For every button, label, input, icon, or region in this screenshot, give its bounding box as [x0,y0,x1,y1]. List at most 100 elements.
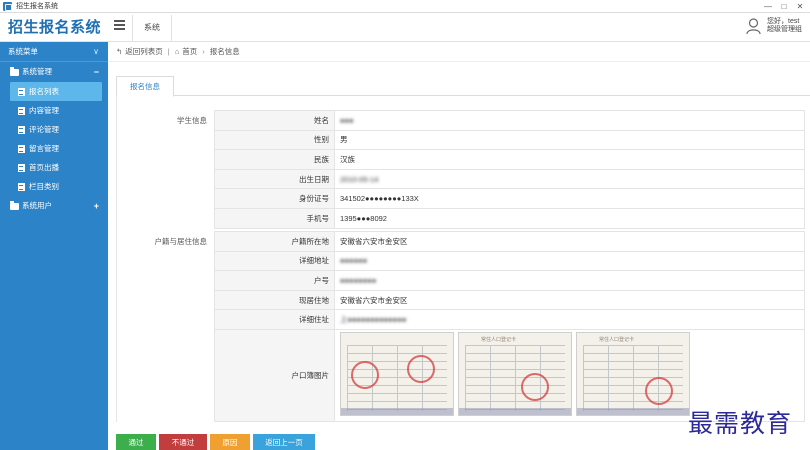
name-value: ●●● [334,110,805,131]
sidebar-item-categories[interactable]: 栏目类别 [10,177,102,196]
sidebar-item-homepage-carousel[interactable]: 首页出播 [10,158,102,177]
table-row: 姓名 ●●● [214,110,805,131]
breadcrumb: ↰ 返回列表页 | ⌂ 首页 › 报名信息 [108,42,810,62]
field-label: 手机号 [214,207,335,229]
student-section-label: 学生信息 [177,116,207,125]
sidebar-header-label: 系统菜单 [8,47,38,56]
table-row: 民族 汉族 [214,149,805,170]
collapse-icon: − [93,67,99,77]
tab-registration-info[interactable]: 报名信息 [116,76,174,97]
sidebar-item-comments[interactable]: 评论管理 [10,120,102,139]
user-greeting: 您好，test [767,18,800,25]
window-title: 招生报名系统 [16,3,58,10]
app-icon [3,1,12,11]
sidebar-item-label: 评论管理 [29,125,59,134]
detail-address-value: ●●●●●● [334,250,805,272]
table-row: 性别 男 [214,129,805,151]
chevron-down-icon: ∨ [93,47,99,56]
breadcrumb-current: 报名信息 [209,47,240,56]
user-info[interactable]: 您好，test 超级管理组 [767,18,802,34]
breadcrumb-back-link[interactable]: 返回列表页 [125,46,163,57]
approve-button[interactable]: 通过 [116,434,156,450]
field-label: 性别 [214,129,335,151]
table-row: 户号 ●●●●●●●● [214,270,805,291]
document-icon [18,87,25,96]
hukou-photo[interactable]: 常住人口登记卡 [458,331,572,416]
document-icon [18,125,25,134]
sidebar-item-label: 报名列表 [29,87,59,96]
document-icon [18,182,25,191]
table-row: 出生日期 2010-05-14 [214,168,805,190]
window-controls: — □ ✕ [760,0,808,13]
sidebar-group-label: 系统管理 [22,67,52,76]
field-label: 详细地址 [214,250,335,272]
divider: | [167,47,170,56]
ethnicity-value: 汉族 [334,149,805,170]
table-row: 户籍所在地 安徽省六安市金安区 [214,231,805,252]
reject-button[interactable]: 不通过 [159,434,207,450]
field-label: 现居住地 [214,289,335,311]
go-back-button[interactable]: 返回上一页 [253,434,315,450]
user-role: 超级管理组 [767,26,802,33]
current-residence-value: 安徽省六安市金安区 [334,289,805,311]
sidebar-item-label: 首页出播 [29,163,59,172]
field-label: 姓名 [214,110,335,131]
field-label: 户口簿图片 [214,328,335,422]
action-buttons: 通过 不通过 原因 返回上一页 [116,434,315,450]
field-label: 身份证号 [214,188,335,209]
sidebar-item-messages[interactable]: 留言管理 [10,139,102,158]
sidebar-header[interactable]: 系统菜单 ∨ [0,42,108,62]
field-label: 出生日期 [214,168,335,190]
field-label: 详细住址 [214,309,335,330]
household-number-value: ●●●●●●●● [334,270,805,291]
folder-icon [10,66,19,76]
maximize-icon[interactable]: □ [776,0,792,13]
student-info-table: 姓名 ●●● 性别 男 民族 汉族 出生日期 2010-05-14 身份证号 3… [214,110,805,229]
hukou-photo[interactable]: 常住人口登记卡 [576,331,690,416]
app-header: 招生报名系统 系统 您好，test 超级管理组 [0,13,810,42]
residence-section-label: 户籍与居住信息 [154,237,208,246]
breadcrumb-home-link[interactable]: 首页 [182,46,197,57]
home-icon: ⌂ [174,47,180,56]
sidebar-item-registration-list[interactable]: 报名列表 [10,82,102,101]
field-label: 户号 [214,270,335,291]
sidebar-item-label: 栏目类别 [29,182,59,191]
table-row: 详细地址 ●●●●●● [214,250,805,272]
hukou-photo[interactable] [340,331,454,416]
table-row: 身份证号 341502●●●●●●●●133X [214,188,805,209]
app-logo: 招生报名系统 [8,18,102,36]
expand-icon: + [93,201,99,211]
hamburger-menu-icon[interactable] [114,20,125,30]
residence-info-table: 户籍所在地 安徽省六安市金安区 详细地址 ●●●●●● 户号 ●●●●●●●● … [214,231,805,422]
user-avatar-icon[interactable] [746,18,761,35]
photo-header: 常住人口登记卡 [481,336,517,343]
table-row: 现居住地 安徽省六安市金安区 [214,289,805,311]
sidebar-item-label: 留言管理 [29,144,59,153]
tab-system[interactable]: 系统 [132,15,172,42]
back-arrow-icon: ↰ [116,47,123,56]
document-icon [18,106,25,115]
window-titlebar: 招生报名系统 — □ ✕ [0,0,810,13]
id-number-value: 341502●●●●●●●●133X [334,188,805,209]
minimize-icon[interactable]: — [760,0,776,13]
close-icon[interactable]: ✕ [792,0,808,13]
sidebar-item-content[interactable]: 内容管理 [10,101,102,120]
tab-bar: 报名信息 [116,76,810,97]
field-label: 户籍所在地 [214,231,335,252]
gender-value: 男 [334,129,805,151]
table-row: 手机号 1395●●●8092 [214,207,805,229]
document-icon [18,144,25,153]
field-label: 民族 [214,149,335,170]
watermark: 最需教育 [688,409,793,438]
sidebar-group-label: 系统用户 [22,201,52,210]
photo-header: 常住人口登记卡 [599,336,635,343]
sidebar-group-system-users[interactable]: 系统用户 + [0,196,108,216]
sidebar-group-system-management[interactable]: 系统管理 − [0,62,108,82]
registration-panel: 学生信息 姓名 ●●● 性别 男 民族 汉族 出生日期 2010-05-14 身… [116,96,810,422]
sidebar: 系统菜单 ∨ 系统管理 − 报名列表 内容管理 评论管理 留言管理 首页出播 栏… [0,42,108,450]
phone-value: 1395●●●8092 [334,207,805,229]
birthdate-value: 2010-05-14 [334,168,805,190]
reason-button[interactable]: 原因 [210,434,250,450]
breadcrumb-separator-icon: › [202,47,205,56]
main-content: 报名信息 学生信息 姓名 ●●● 性别 男 民族 汉族 出生日期 2010-05… [116,76,810,422]
